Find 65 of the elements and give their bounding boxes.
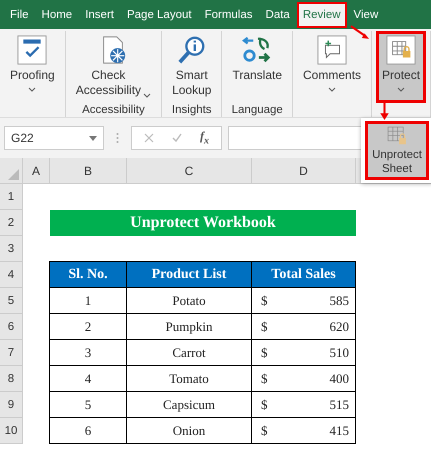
ribbon-tab[interactable]: Page Layout [120,2,198,28]
group-label: Accessibility [82,103,145,118]
search-icon [176,35,207,65]
select-all-corner[interactable] [0,158,23,184]
sheet-title: Unprotect Workbook [50,210,356,236]
column-header[interactable]: C [127,158,252,184]
row-header[interactable]: 1 [0,184,23,210]
table-header: Total Sales [251,261,356,288]
name-box[interactable]: G22 [4,126,104,150]
ribbon-tab[interactable]: Formulas [198,2,259,28]
corner-triangle-icon [8,169,19,180]
ribbon-button[interactable]: Check Accessibility [70,31,158,103]
drag-handle-icon [116,132,119,144]
sheet-lock-icon [386,35,416,65]
ribbon-button[interactable]: Proofing [4,31,61,103]
cancel-icon[interactable] [144,133,154,143]
ribbon-tab[interactable]: Home [36,2,78,28]
table-cell: 515 [330,396,349,412]
table-cell: 510 [330,344,349,360]
ribbon-tab[interactable]: Review [296,2,347,28]
currency-symbol: $ [261,422,268,438]
table-cell: 6 [49,417,127,444]
ribbon-button[interactable]: Smart Lookup [166,31,218,103]
insert-function-button[interactable]: f$_{x}$ [200,129,209,147]
arrow [350,25,370,40]
row-header[interactable]: 6 [0,314,23,340]
table-cell: 585 [330,292,349,308]
currency-symbol: $ [261,292,268,308]
sheet-lock-icon [385,125,409,147]
table-header: Product List [126,261,252,288]
new-comment-icon [317,35,348,65]
row-header[interactable]: 4 [0,262,23,288]
dropdown-arrow-icon [89,136,97,140]
row-header[interactable]: 5 [0,288,23,314]
table-header: Sl. No. [49,261,127,288]
row-header[interactable]: 10 [0,418,23,444]
enter-check-icon[interactable] [172,133,182,143]
ribbon-button[interactable]: Translate [226,31,288,103]
row-header[interactable]: 8 [0,366,23,392]
group-label: Language [232,103,283,118]
row-header[interactable]: 2 [0,210,23,236]
ribbon-tab[interactable]: View [348,2,384,28]
row-header[interactable]: 7 [0,340,23,366]
row-header[interactable]: 3 [0,236,23,262]
column-header[interactable]: D [252,158,356,184]
spelling-check-icon [17,35,48,65]
ribbon-button[interactable]: Protect [376,31,426,103]
group-label: Insights [172,103,212,118]
ribbon-tab[interactable]: File [4,2,35,28]
ribbon-tab[interactable]: Insert [79,2,120,28]
menu-button[interactable]: Unprotect Sheet [365,121,429,180]
currency-symbol: $ [261,344,268,360]
ribbon-tab[interactable]: Data [260,2,296,28]
ribbon-button[interactable]: Comments [297,31,368,103]
column-header[interactable]: A [23,158,50,184]
translate-icon [242,35,272,65]
table-cell: 415 [330,422,349,438]
table-cell: 400 [330,370,349,386]
table-cell: 620 [330,318,349,334]
currency-symbol: $ [261,318,268,334]
column-header[interactable]: B [50,158,127,184]
arrow [380,103,389,120]
currency-symbol: $ [261,396,268,412]
currency-symbol: $ [261,370,268,386]
row-header[interactable]: 9 [0,392,23,418]
